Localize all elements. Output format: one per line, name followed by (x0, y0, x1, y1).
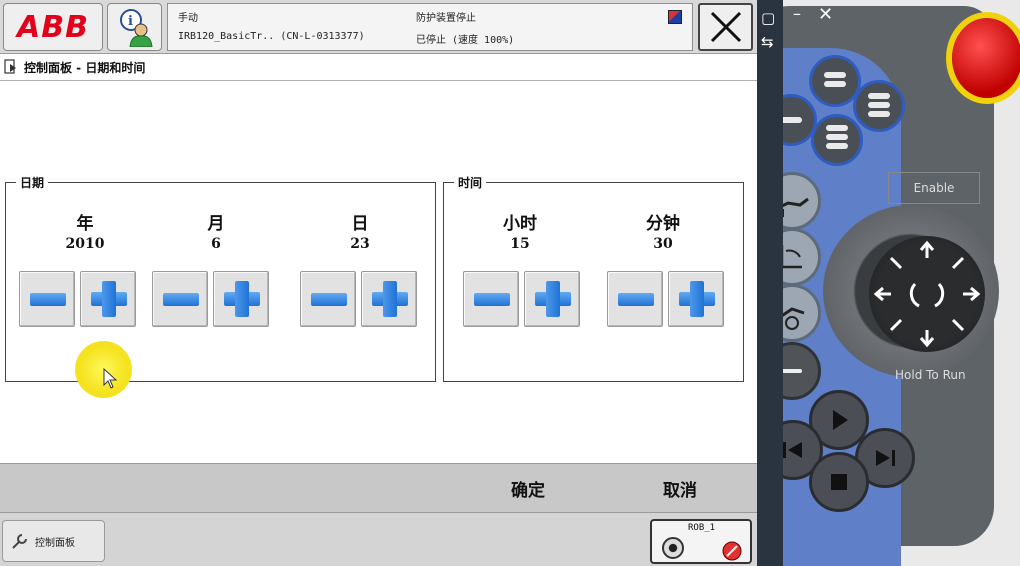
status-flag-icon (668, 10, 682, 24)
joystick-arrows-icon (873, 240, 981, 348)
day-label: 日 (351, 214, 369, 234)
minute-stepper (607, 271, 727, 329)
control-panel-task-label: 控制面板 (35, 537, 75, 549)
month-value: 6 (211, 236, 221, 252)
quickset-button[interactable]: ROB_1 (650, 519, 752, 564)
move-icon[interactable]: ⇆ (761, 30, 775, 54)
year-value: 2010 (65, 236, 105, 252)
minus-icon (474, 293, 510, 306)
emulator-window-strip: ▢ ⇆ (757, 0, 783, 566)
mouse-pointer-icon (103, 368, 118, 389)
day-decrease-button[interactable] (300, 271, 356, 327)
mechanical-unit-label: ROB_1 (688, 523, 716, 533)
year-decrease-button[interactable] (19, 271, 75, 327)
minus-icon (163, 293, 199, 306)
emergency-stop-button[interactable] (952, 18, 1020, 98)
window-controls: ▢ ⇆ (761, 6, 775, 54)
hour-unit: 小时 15 (460, 209, 580, 260)
breadcrumb: 控制面板 - 日期和时间 (0, 54, 757, 81)
minute-decrease-button[interactable] (607, 271, 663, 327)
minimize-icon[interactable]: – (793, 4, 801, 23)
stop-status-icon (722, 541, 742, 561)
action-bar: 确定 取消 (0, 463, 757, 513)
close-icon (710, 11, 741, 43)
month-decrease-button[interactable] (152, 271, 208, 327)
pendant-hardware: Enable Hold To Run ▢ ⇆ – ✕ (757, 0, 1020, 566)
ok-button[interactable]: 确定 (470, 464, 586, 512)
top-bar: ABB i 手动 IRB120_BasicTr.. (CN-L-0313377)… (0, 0, 757, 54)
svg-text:i: i (128, 14, 133, 29)
time-group: 时间 小时 15 分钟 30 (443, 174, 744, 382)
month-unit: 月 6 (156, 209, 276, 260)
minute-increase-button[interactable] (668, 271, 724, 327)
minute-value: 30 (653, 236, 673, 252)
year-stepper (19, 271, 139, 329)
window-close-icon[interactable]: ✕ (818, 4, 833, 25)
stop-icon (831, 474, 847, 490)
abb-logo: ABB (17, 9, 89, 45)
control-panel-task[interactable]: 控制面板 (2, 520, 105, 562)
flexpendant-screen: ABB i 手动 IRB120_BasicTr.. (CN-L-0313377)… (0, 0, 757, 566)
close-button[interactable] (698, 3, 753, 51)
cancel-button[interactable]: 取消 (620, 464, 740, 512)
wrench-icon (12, 534, 27, 549)
safety-state: 防护装置停止 (416, 13, 476, 24)
programmable-key-3[interactable] (853, 80, 905, 132)
joint-icon (662, 537, 684, 559)
status-bar[interactable]: 手动 IRB120_BasicTr.. (CN-L-0313377) 防护装置停… (167, 3, 693, 51)
year-label: 年 (76, 214, 94, 234)
enable-label: Enable (888, 172, 980, 204)
abb-menu-button[interactable]: ABB (3, 3, 103, 51)
month-stepper (152, 271, 272, 329)
programmable-key-4[interactable] (811, 114, 863, 166)
hour-label: 小时 (503, 214, 537, 234)
hour-stepper (463, 271, 583, 329)
day-stepper (300, 271, 420, 329)
month-label: 月 (207, 214, 225, 234)
stop-key[interactable] (809, 452, 869, 512)
day-value: 23 (350, 236, 370, 252)
year-unit: 年 2010 (25, 209, 145, 260)
operator-info-icon: i (119, 9, 153, 47)
system-name: IRB120_BasicTr.. (CN-L-0313377) (178, 31, 365, 42)
controller-state: 已停止 (速度 100%) (416, 35, 515, 46)
hour-decrease-button[interactable] (463, 271, 519, 327)
pointer-highlight (75, 341, 132, 398)
breadcrumb-text: 控制面板 - 日期和时间 (24, 60, 146, 75)
minus-icon (311, 293, 347, 306)
hour-increase-button[interactable] (524, 271, 580, 327)
date-group: 日期 年 2010 月 6 日 23 (5, 174, 436, 382)
day-increase-button[interactable] (361, 271, 417, 327)
hour-value: 15 (510, 236, 530, 252)
date-group-title: 日期 (20, 176, 45, 190)
joystick[interactable] (869, 236, 985, 352)
day-unit: 日 23 (300, 209, 420, 260)
time-group-title: 时间 (458, 176, 483, 190)
restore-icon[interactable]: ▢ (761, 6, 775, 30)
event-log-button[interactable]: i (107, 3, 162, 51)
control-panel-icon (4, 59, 16, 74)
minute-label: 分钟 (646, 214, 680, 234)
minus-icon (30, 293, 66, 306)
operating-mode: 手动 (178, 13, 198, 24)
minute-unit: 分钟 30 (603, 209, 723, 260)
taskbar: 控制面板 ROB_1 (0, 513, 757, 566)
month-increase-button[interactable] (213, 271, 269, 327)
year-increase-button[interactable] (80, 271, 136, 327)
hold-to-run-label: Hold To Run (895, 368, 966, 382)
minus-icon (618, 293, 654, 306)
